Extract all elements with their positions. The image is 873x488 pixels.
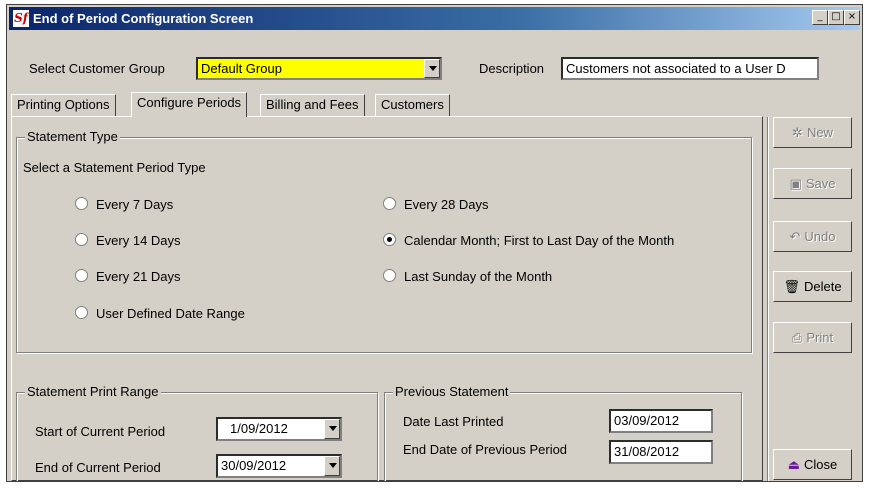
print-button-label: Print [806, 330, 834, 345]
customer-group-label: Select Customer Group [29, 61, 165, 76]
previous-statement-group: Previous Statement Date Last Printed 03/… [384, 384, 742, 481]
description-input[interactable]: Customers not associated to a User D [561, 57, 819, 80]
radio-label: Last Sunday of the Month [404, 269, 553, 284]
date-last-printed-label: Date Last Printed [403, 414, 504, 429]
title-bar[interactable]: Sf End of Period Configuration Screen _ … [9, 7, 860, 30]
description-label: Description [479, 61, 545, 76]
end-period-label: End of Current Period [35, 460, 161, 475]
radio-label: Every 28 Days [404, 197, 489, 212]
radio-calendar-month[interactable]: Calendar Month; First to Last Day of the… [383, 233, 674, 248]
window-title: End of Period Configuration Screen [33, 11, 254, 26]
print-range-legend: Statement Print Range [25, 384, 161, 399]
previous-statement-legend: Previous Statement [393, 384, 511, 399]
end-prev-period-label: End Date of Previous Period [403, 442, 568, 457]
radio-every-7-days[interactable]: Every 7 Days [75, 197, 173, 212]
radio-label: User Defined Date Range [96, 306, 245, 321]
new-icon: ✲ [792, 126, 803, 141]
exit-door-icon: ⏏ [787, 458, 801, 473]
save-button[interactable]: ▣ Save [773, 168, 852, 199]
radio-icon [75, 233, 88, 246]
start-period-select[interactable]: 1/09/2012 [216, 417, 342, 441]
statement-type-legend: Statement Type [25, 129, 120, 144]
statement-type-prompt: Select a Statement Period Type [23, 160, 206, 175]
maximize-button[interactable]: □ [828, 10, 844, 25]
undo-button[interactable]: ↶ Undo [773, 221, 852, 252]
customer-group-select[interactable]: Default Group [196, 57, 442, 80]
radio-selected-icon [383, 233, 396, 246]
tab-configure-periods[interactable]: Configure Periods [131, 92, 248, 117]
end-period-select[interactable]: 30/09/2012 [216, 454, 342, 478]
radio-icon [75, 306, 88, 319]
tab-customers[interactable]: Customers [375, 94, 450, 116]
separator [767, 117, 769, 481]
end-prev-period-input[interactable]: 31/08/2012 [609, 440, 713, 464]
radio-every-21-days[interactable]: Every 21 Days [75, 269, 181, 284]
new-button-label: New [806, 125, 833, 140]
tab-printing-options[interactable]: Printing Options [11, 94, 116, 116]
chevron-down-icon[interactable] [324, 419, 340, 439]
print-range-group: Statement Print Range Start of Current P… [16, 384, 378, 481]
radio-icon [75, 269, 88, 282]
app-logo-icon: Sf [13, 10, 29, 27]
printer-icon: ⎙ [791, 331, 803, 346]
radio-label: Every 21 Days [96, 269, 181, 284]
print-button[interactable]: ⎙ Print [773, 322, 852, 353]
undo-button-label: Undo [804, 229, 836, 244]
undo-icon: ↶ [789, 230, 801, 245]
date-last-printed-input[interactable]: 03/09/2012 [609, 409, 713, 433]
radio-label: Calendar Month; First to Last Day of the… [404, 233, 675, 248]
end-period-value: 30/09/2012 [221, 458, 287, 473]
delete-button-label: Delete [803, 279, 842, 294]
radio-icon [383, 197, 396, 210]
minimize-button[interactable]: _ [812, 10, 828, 25]
chevron-down-icon[interactable] [424, 59, 440, 78]
close-button[interactable]: ⏏ Close [773, 449, 852, 480]
configure-periods-panel: Statement Type Select a Statement Period… [11, 116, 763, 481]
close-window-button[interactable]: × [844, 10, 860, 25]
start-period-label: Start of Current Period [35, 424, 166, 439]
radio-every-28-days[interactable]: Every 28 Days [383, 197, 489, 212]
new-button[interactable]: ✲ New [773, 117, 852, 148]
floppy-disk-icon: ▣ [789, 177, 802, 192]
tab-billing-and-fees[interactable]: Billing and Fees [260, 94, 365, 116]
radio-user-defined-range[interactable]: User Defined Date Range [75, 306, 245, 321]
trash-icon: 🗑 [783, 280, 800, 295]
radio-label: Every 7 Days [96, 197, 174, 212]
chevron-down-icon[interactable] [324, 456, 340, 476]
statement-type-group: Statement Type Select a Statement Period… [16, 129, 752, 353]
window: Sf End of Period Configuration Screen _ … [6, 4, 863, 482]
radio-icon [383, 269, 396, 282]
radio-label: Every 14 Days [96, 233, 181, 248]
customer-group-value: Default Group [201, 61, 282, 76]
start-period-value: 1/09/2012 [230, 421, 288, 436]
save-button-label: Save [805, 176, 836, 191]
radio-icon [75, 197, 88, 210]
delete-button[interactable]: 🗑 Delete [773, 271, 852, 302]
close-button-label: Close [804, 457, 838, 472]
radio-last-sunday[interactable]: Last Sunday of the Month [383, 269, 552, 284]
radio-every-14-days[interactable]: Every 14 Days [75, 233, 181, 248]
